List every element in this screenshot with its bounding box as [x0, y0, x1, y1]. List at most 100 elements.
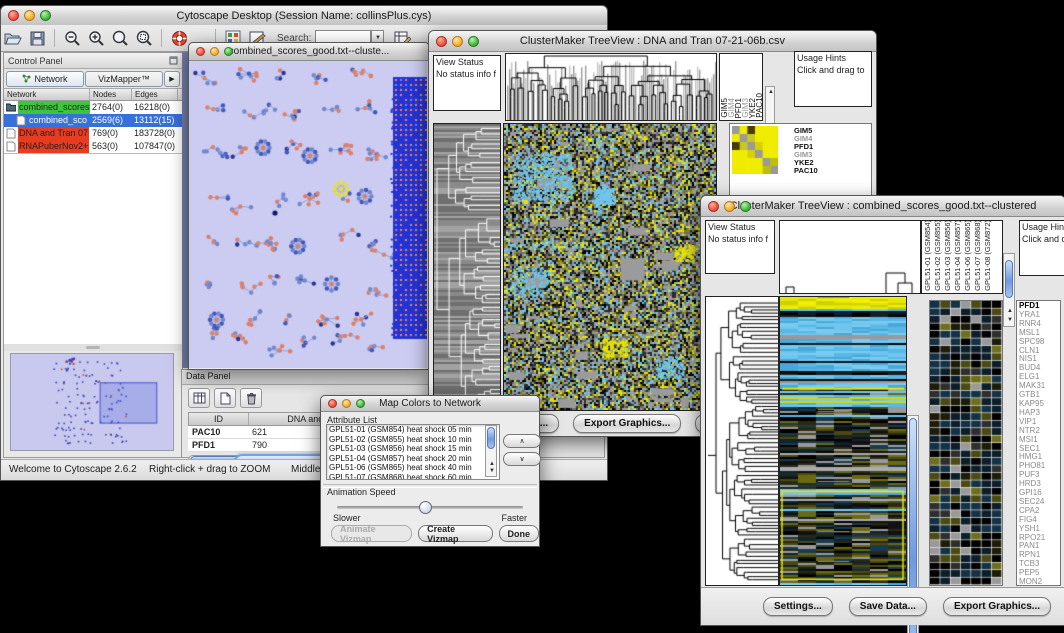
column-label[interactable]: GPL51-07 (GSM868) [973, 220, 983, 291]
save-icon[interactable] [25, 28, 49, 48]
new-attribute-icon[interactable] [214, 388, 236, 408]
network-tree-row[interactable]: combined_scores2764(0)16218(0) [4, 101, 182, 114]
row-dendrogram-panel[interactable] [433, 123, 501, 411]
zoom-heatmap[interactable] [732, 126, 778, 174]
zoom-button[interactable] [468, 36, 479, 47]
network-name: combined_scores [18, 101, 90, 114]
attribute-item[interactable]: GPL51-04 (GSM857) heat shock 20 min [327, 454, 499, 464]
minimize-button[interactable] [24, 10, 35, 21]
attribute-list-vscrollbar[interactable]: ▲▼ [485, 425, 497, 477]
column-label[interactable]: GPL51-08 (GSM872) [983, 220, 993, 291]
close-button[interactable] [328, 399, 337, 408]
document-icon [6, 128, 16, 139]
float-panel-icon[interactable] [169, 56, 178, 65]
export-graphics-button[interactable]: Export Graphics... [573, 414, 681, 433]
map-colors-dialog: Map Colors to Network Attribute List GPL… [320, 395, 540, 547]
zoom-fit-icon[interactable] [108, 28, 132, 48]
status-welcome: Welcome to Cytoscape 2.6.2 [9, 464, 137, 475]
close-button[interactable] [436, 36, 447, 47]
column-label[interactable]: GPL51-04 (GSM857) [953, 220, 963, 291]
zoom-out-icon[interactable] [60, 28, 84, 48]
minimize-button[interactable] [724, 201, 735, 212]
column-labels-vscrollbar[interactable]: ▲▼ [1003, 253, 1015, 327]
column-label[interactable]: GPL51-03 (GSM856) [943, 220, 953, 291]
attribute-select-icon[interactable] [188, 388, 210, 408]
document-icon [16, 115, 26, 126]
attribute-item[interactable]: GPL51-01 (GSM854) heat shock 05 min [327, 425, 499, 435]
save-data-button[interactable]: Save Data... [849, 597, 927, 616]
zoom-row-label: PAC10 [794, 167, 818, 175]
zoom-heatmap-panel[interactable] [929, 300, 1003, 586]
gene-label[interactable]: MON2 [1019, 578, 1060, 586]
birdseye-view[interactable] [10, 353, 174, 451]
network-tree-row[interactable]: RNAPuberNov2+563(0)107847(0) [4, 140, 182, 153]
zoom-button[interactable] [356, 399, 365, 408]
usage-hints-text: Click and drag to [795, 64, 871, 76]
main-titlebar[interactable]: Cytoscape Desktop (Session Name: collins… [1, 6, 607, 26]
column-label[interactable]: GPL51-06 (GSM865) [963, 220, 973, 291]
folder-icon [6, 102, 16, 113]
view-status-text: No status info f [706, 233, 774, 245]
network-tree-row[interactable]: combined_sco2569(6)13112(15) [4, 114, 182, 127]
done-button[interactable]: Done [499, 525, 540, 542]
column-dendrogram-panel[interactable] [505, 53, 717, 121]
attribute-item[interactable]: GPL51-07 (GSM868) heat shock 60 min [327, 473, 499, 481]
slider-thumb[interactable] [419, 501, 432, 514]
close-button[interactable] [196, 47, 205, 56]
global-heatmap[interactable] [779, 296, 907, 586]
tab-network[interactable]: Network [6, 71, 84, 87]
animate-vizmap-button[interactable]: Animate Vizmap [331, 525, 412, 542]
row-dendrogram-panel[interactable] [705, 296, 779, 586]
column-labels-panel[interactable]: GIM5GIM4PFD1GIM3YKE2PAC10 [719, 53, 763, 121]
view-status-heading: View Status [434, 56, 500, 68]
attribute-item[interactable]: GPL51-06 (GSM865) heat shock 40 min [327, 463, 499, 473]
zoom-button[interactable] [740, 201, 751, 212]
network-name: combined_sco [28, 114, 88, 127]
global-heatmap[interactable] [503, 123, 717, 411]
open-file-icon[interactable] [1, 28, 25, 48]
settings-button[interactable]: Settings... [763, 597, 833, 616]
column-label[interactable]: PAC10 [756, 93, 763, 118]
zoom-selected-icon[interactable] [132, 28, 156, 48]
minimize-button[interactable] [210, 47, 219, 56]
network-name: RNAPuberNov2+ [18, 140, 89, 153]
delete-attribute-icon[interactable] [240, 388, 262, 408]
zoom-in-icon[interactable] [84, 28, 108, 48]
network-tree-row[interactable]: DNA and Tran 07769(0)183728(0) [4, 127, 182, 140]
slower-label: Slower [333, 513, 361, 523]
export-graphics-button[interactable]: Export Graphics... [943, 597, 1051, 616]
column-dendrogram-panel[interactable] [779, 220, 921, 294]
minimize-button[interactable] [342, 399, 351, 408]
column-label[interactable]: GPL51-02 (GSM855) [933, 220, 943, 291]
column-label[interactable]: GPL51-01 (GSM854) [923, 220, 933, 291]
network-name: DNA and Tran 07 [18, 127, 89, 140]
gene-labels-list[interactable]: PFD1YRA1RNR4MSL1SPC98CLN1NIS1BUD4ELG1MAK… [1016, 300, 1061, 586]
close-button[interactable] [708, 201, 719, 212]
zoom-button[interactable] [40, 10, 51, 21]
tab-vizmapper[interactable]: VizMapper™ [85, 71, 163, 87]
close-button[interactable] [8, 10, 19, 21]
move-up-button[interactable]: ∧ [503, 434, 541, 448]
network-canvas[interactable] [189, 61, 427, 368]
faster-label: Faster [501, 513, 527, 523]
treeview-dna-titlebar[interactable]: ClusterMaker TreeView : DNA and Tran 07-… [429, 31, 876, 52]
network-table-header: Network Nodes Edges [4, 88, 182, 101]
window-controls [1, 10, 58, 21]
move-down-button[interactable]: ∨ [503, 452, 541, 466]
column-labels-panel[interactable]: GPL51-01 (GSM854)GPL51-02 (GSM855)GPL51-… [921, 220, 1003, 294]
attribute-item[interactable]: GPL51-02 (GSM855) heat shock 10 min [327, 435, 499, 445]
treeview-combined-titlebar[interactable]: ClusterMaker TreeView : combined_scores_… [701, 196, 1064, 217]
minimize-button[interactable] [452, 36, 463, 47]
network-view-titlebar[interactable]: combined_scores_good.txt--cluste... [189, 43, 429, 61]
attribute-list[interactable]: GPL51-01 (GSM854) heat shock 05 minGPL51… [326, 424, 500, 480]
zoom-heatmap[interactable] [930, 301, 1002, 585]
network-icon [22, 74, 31, 83]
animation-speed-label: Animation Speed [321, 484, 396, 498]
dialog-titlebar[interactable]: Map Colors to Network [321, 396, 539, 412]
tab-overflow-arrow-icon[interactable]: ▶ [164, 71, 180, 87]
zoom-button[interactable] [224, 47, 233, 56]
attribute-item[interactable]: GPL51-03 (GSM856) heat shock 15 min [327, 444, 499, 454]
panel-splitter[interactable] [4, 344, 182, 351]
create-vizmap-button[interactable]: Create Vizmap [418, 525, 492, 542]
network-tree: combined_scores2764(0)16218(0)combined_s… [4, 101, 182, 153]
